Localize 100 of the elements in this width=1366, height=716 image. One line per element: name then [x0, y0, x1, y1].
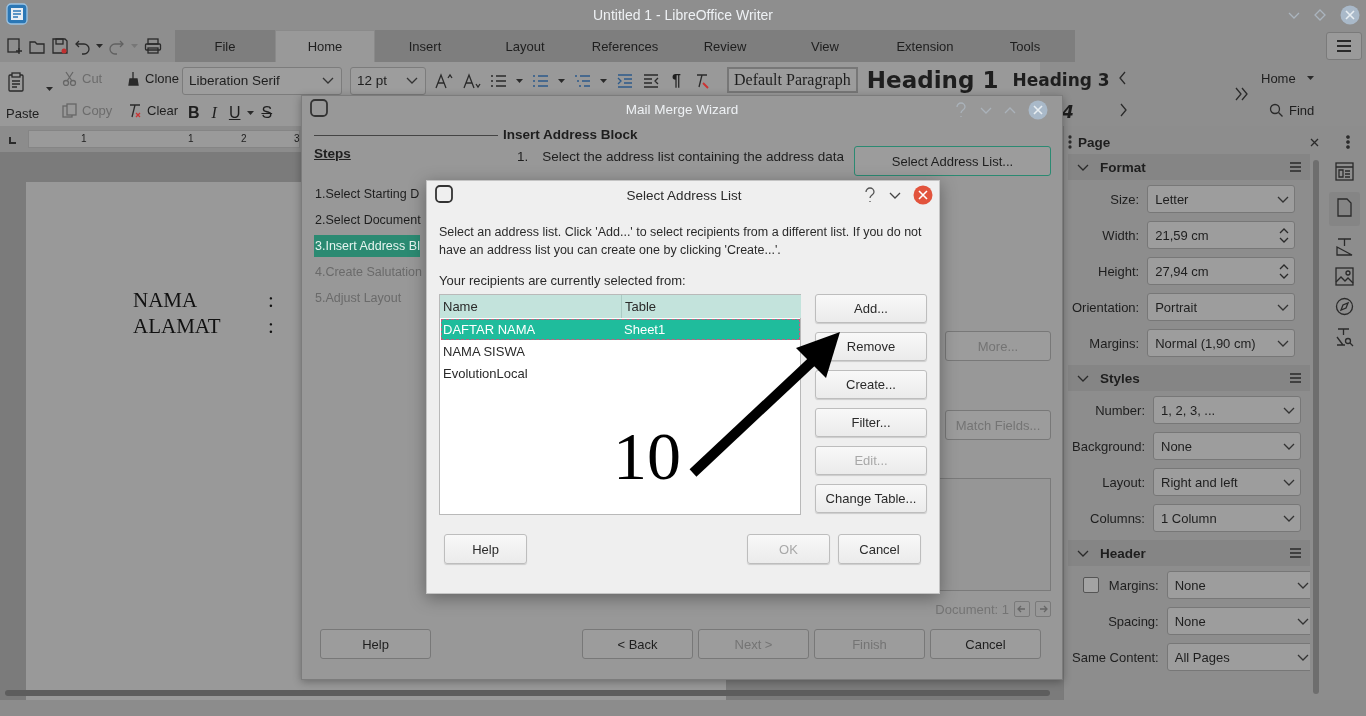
dropdown[interactable]: 1 Column [1153, 504, 1301, 532]
dropdown[interactable]: Normal (1,90 cm) [1147, 329, 1296, 357]
spin-field[interactable]: 21,59 cm [1147, 221, 1296, 249]
help-icon[interactable] [863, 187, 877, 203]
bold-button[interactable]: B [182, 103, 206, 122]
style-icon[interactable] [1334, 237, 1354, 256]
menu-tab[interactable]: Extension [875, 30, 975, 62]
brush-icon[interactable] [127, 70, 140, 86]
wizard-step[interactable]: 2.Select Document [314, 209, 421, 235]
paragraph-style[interactable]: Heading 3 [1007, 69, 1115, 90]
cancel-button[interactable]: Cancel [838, 534, 921, 564]
field-label: Number: [1095, 402, 1145, 418]
shrink-font-icon[interactable] [462, 71, 482, 90]
spin-arrows-icon[interactable] [1278, 263, 1291, 279]
paragraph-style[interactable]: Default Paragraph [727, 66, 858, 93]
dialog-button[interactable]: Create... [815, 370, 927, 399]
caret-icon[interactable] [45, 85, 54, 93]
caret-icon[interactable] [599, 76, 608, 85]
dropdown[interactable]: None [1166, 571, 1310, 599]
paste-button[interactable]: Paste [6, 106, 54, 121]
menu-tab[interactable]: Insert [375, 30, 475, 62]
printer-icon[interactable] [144, 37, 162, 55]
caret-icon[interactable] [246, 108, 256, 117]
menu-tab[interactable]: View [775, 30, 875, 62]
checkbox[interactable] [1082, 577, 1099, 593]
page-icon[interactable] [1334, 198, 1354, 217]
home-menu-button[interactable]: Home [1261, 70, 1296, 86]
clipboard-icon[interactable] [6, 71, 26, 92]
image-icon[interactable] [1334, 267, 1354, 286]
dropdown[interactable]: 1, 2, 3, ... [1153, 396, 1301, 424]
dropdown[interactable]: Portrait [1147, 293, 1296, 321]
grow-font-icon[interactable] [434, 71, 454, 90]
dialog-button[interactable]: Change Table... [815, 484, 927, 513]
properties-icon[interactable] [1334, 162, 1354, 181]
menu-icon[interactable] [1289, 547, 1302, 559]
formatting-marks-button[interactable]: ¶ [668, 71, 685, 90]
wizard-button[interactable]: < Back [582, 629, 693, 659]
column-header[interactable]: Table [621, 295, 801, 318]
clear-button[interactable]: Clear [147, 102, 179, 118]
font-name-dropdown[interactable]: Liberation Serif [182, 66, 342, 95]
bullet-list-icon[interactable] [490, 72, 507, 89]
menu-tab[interactable]: File [175, 30, 275, 62]
close-icon[interactable] [913, 185, 933, 205]
minimize-icon[interactable] [889, 190, 901, 200]
spin-field[interactable]: 27,94 cm [1147, 257, 1296, 285]
italic-button[interactable]: I [205, 103, 223, 122]
drag-handle-icon[interactable] [1068, 134, 1072, 150]
column-header[interactable]: Name [440, 295, 621, 318]
dialog-button[interactable]: Filter... [815, 408, 927, 437]
dropdown[interactable]: Right and left [1153, 468, 1301, 496]
menu-tab[interactable]: References [575, 30, 675, 62]
close-icon[interactable] [1028, 99, 1048, 120]
tab-stop-icon[interactable] [8, 134, 18, 144]
close-icon[interactable] [1340, 5, 1360, 25]
strikethrough-button[interactable]: S [255, 103, 279, 122]
menu-tab[interactable]: Review [675, 30, 775, 62]
caret-icon[interactable] [557, 76, 566, 85]
menu-icon[interactable] [1289, 161, 1302, 173]
caret-icon[interactable] [95, 42, 104, 50]
compass-icon[interactable] [1334, 297, 1354, 316]
underline-button[interactable]: U [222, 103, 247, 122]
section-header[interactable]: Format [1068, 154, 1310, 180]
wizard-button[interactable]: Help [320, 629, 431, 659]
menu-button[interactable] [1326, 32, 1362, 60]
spin-arrows-icon[interactable] [1278, 227, 1291, 243]
help-button[interactable]: Help [444, 534, 527, 564]
menu-tab[interactable]: Home [275, 30, 375, 62]
more-icon[interactable] [1346, 134, 1350, 150]
select-address-list-button[interactable]: Select Address List... [854, 146, 1051, 176]
dropdown[interactable]: None [1166, 607, 1310, 635]
search-icon[interactable] [1269, 102, 1284, 118]
menu-tab[interactable]: Tools [975, 30, 1075, 62]
decrease-indent-icon[interactable] [642, 72, 660, 89]
menu-icon[interactable] [1289, 372, 1302, 384]
find-style-icon[interactable] [1334, 327, 1354, 347]
table-row[interactable]: NAMA SISWA [441, 341, 800, 362]
dropdown[interactable]: None [1153, 432, 1301, 460]
menu-tab[interactable]: Layout [475, 30, 575, 62]
caret-icon[interactable] [1305, 74, 1315, 82]
find-button[interactable]: Find [1289, 102, 1315, 118]
dialog-button[interactable]: Add... [815, 294, 927, 323]
wizard-step[interactable]: 3.Insert Address Bl [314, 235, 420, 257]
close-icon[interactable] [1309, 136, 1320, 148]
new-document-icon[interactable] [5, 37, 23, 55]
more-options-icon[interactable] [1234, 86, 1249, 102]
paragraph-style[interactable]: Heading 1 [861, 66, 1004, 93]
dropdown[interactable]: All Pages [1166, 643, 1310, 671]
horizontal-scrollbar[interactable] [5, 690, 1050, 696]
caret-icon[interactable] [515, 76, 524, 85]
hamburger-menu-icon[interactable] [1335, 37, 1353, 55]
save-icon[interactable] [51, 37, 69, 55]
dropdown[interactable]: Letter [1147, 185, 1296, 213]
clear-formatting-icon[interactable] [127, 102, 142, 118]
wizard-button[interactable]: Cancel [930, 629, 1041, 659]
clone-button[interactable]: Clone [145, 70, 179, 86]
section-header[interactable]: Header [1068, 540, 1310, 566]
section-header[interactable]: Styles [1068, 365, 1310, 391]
paragraph-style[interactable]: 4 [1057, 101, 1079, 122]
font-size-dropdown[interactable]: 12 pt [350, 66, 426, 95]
wizard-step[interactable]: 1.Select Starting D [314, 183, 420, 209]
